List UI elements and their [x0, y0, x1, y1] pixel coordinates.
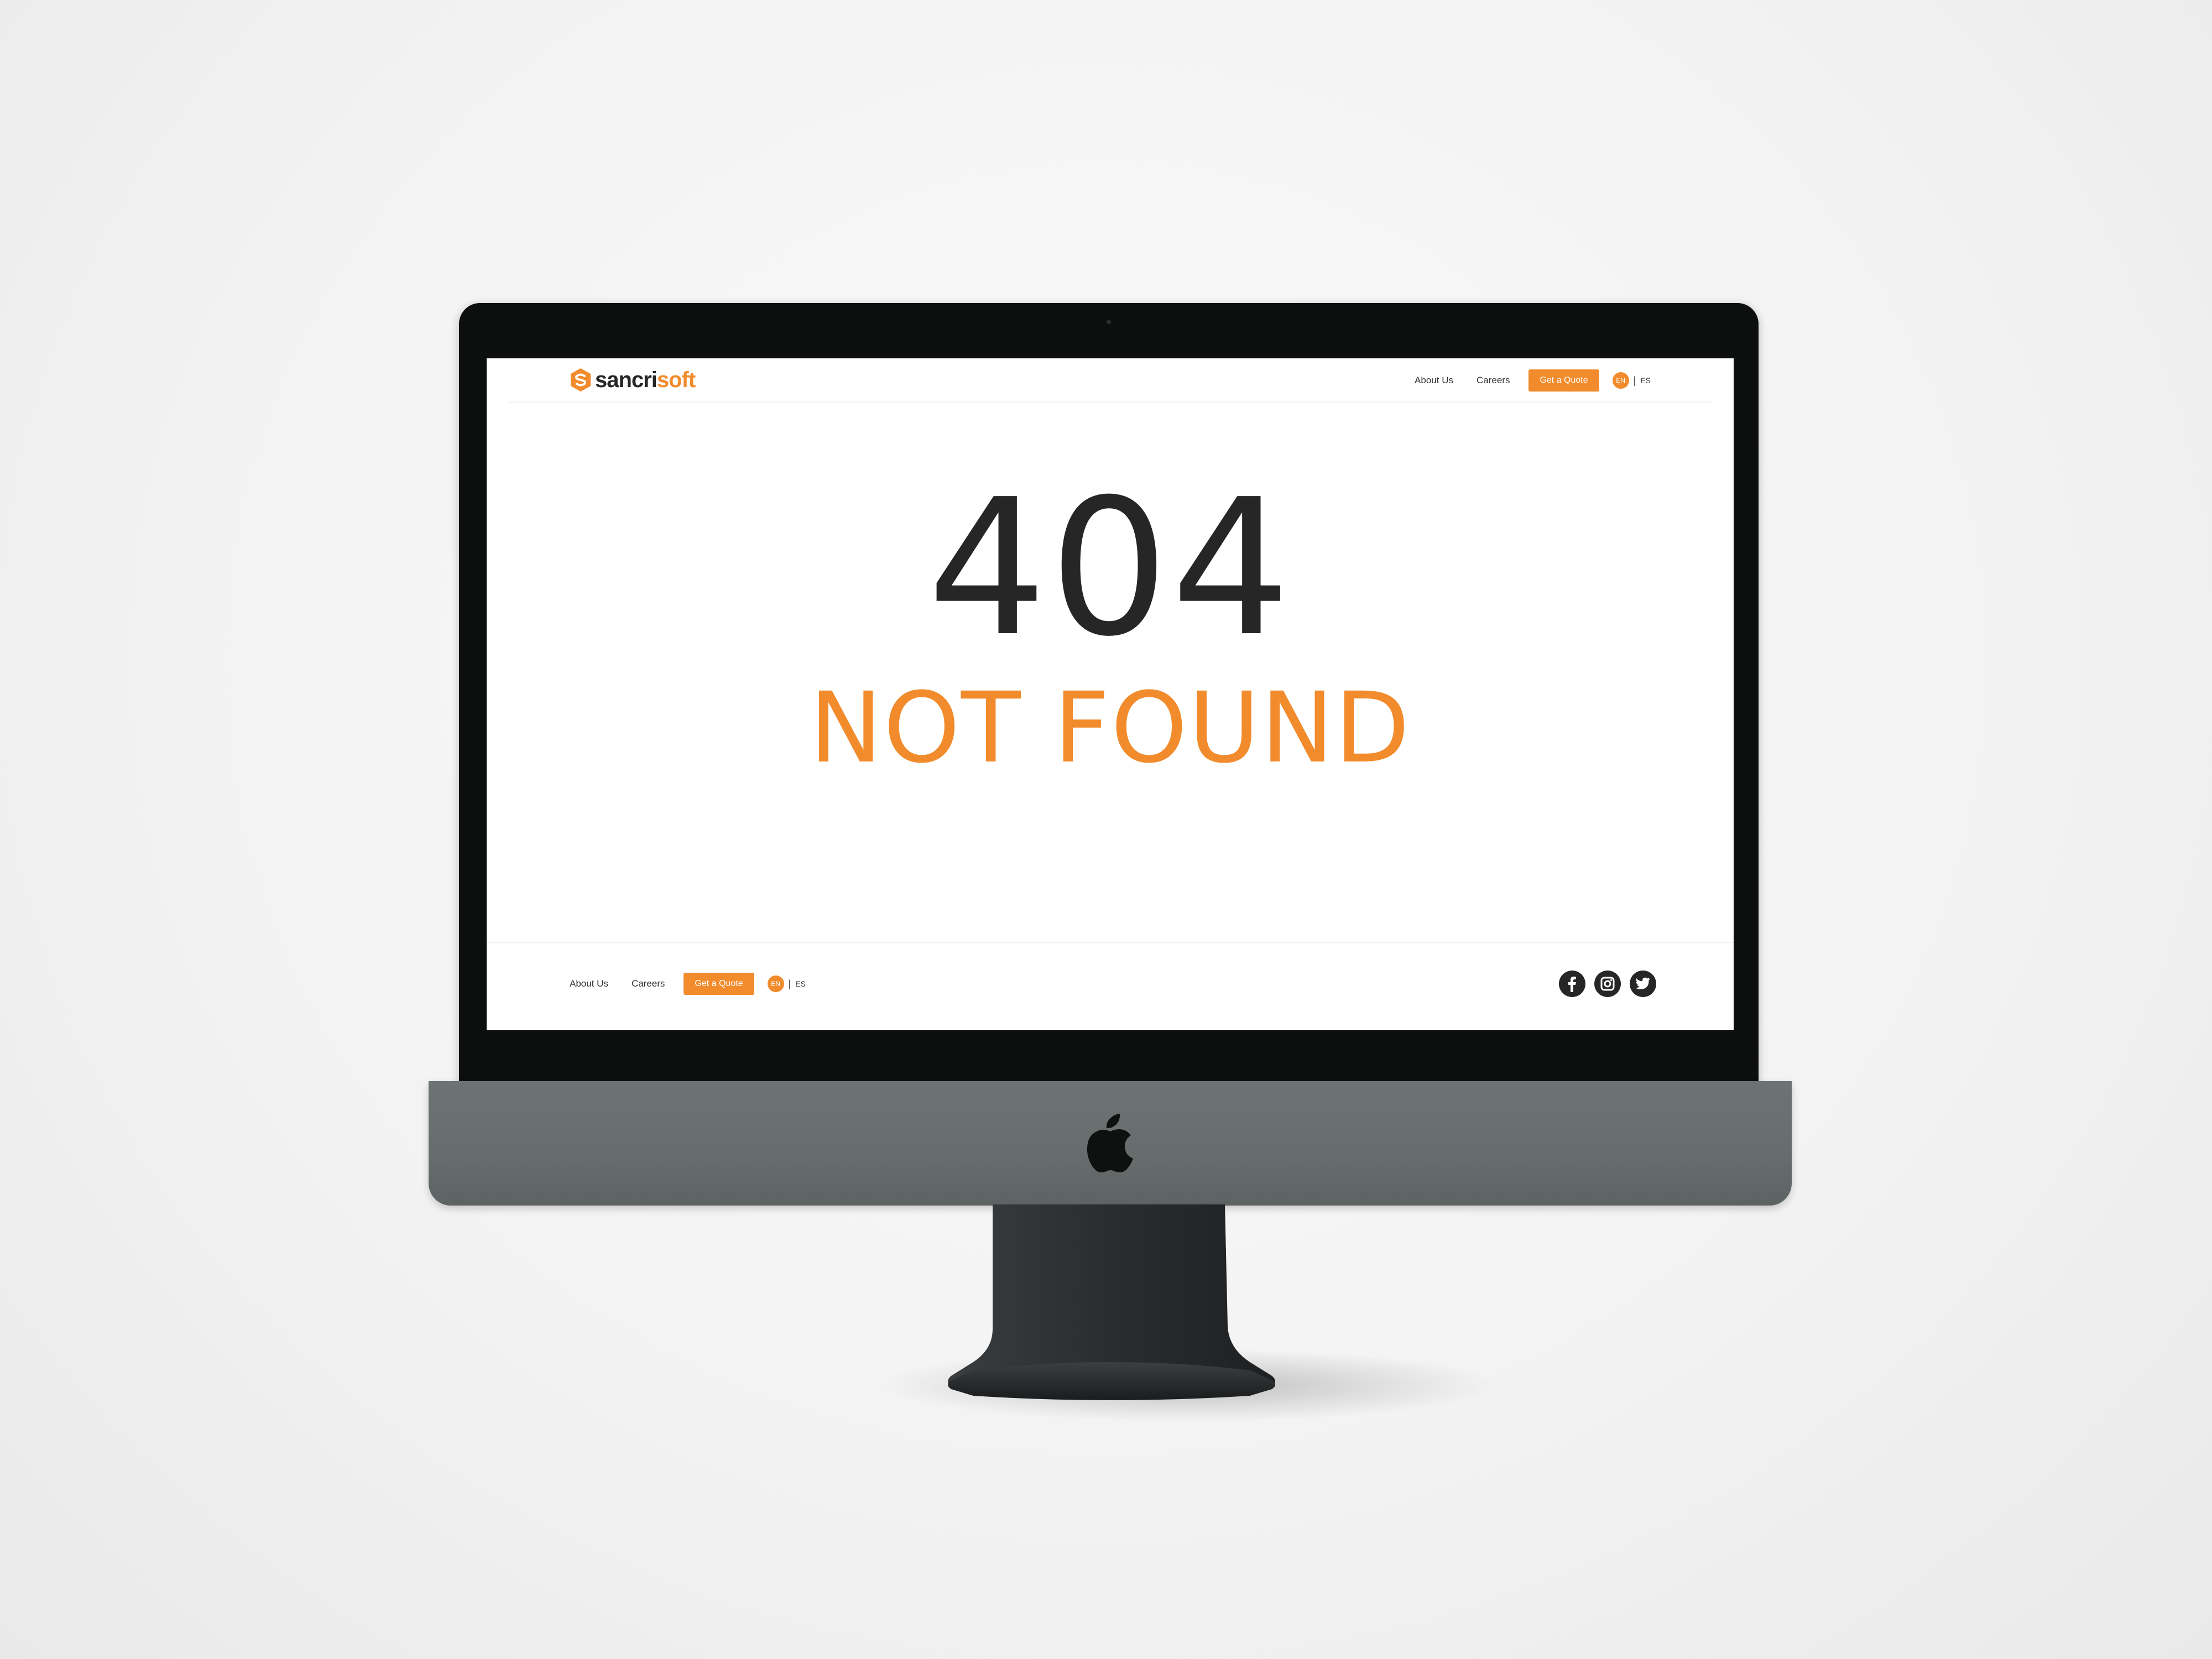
brand-name-dark: sancri [595, 367, 658, 392]
brand-name: sancrisoft [595, 367, 696, 393]
header-nav: About Us Careers Get a Quote EN | ES [1391, 368, 1651, 393]
footer-careers-link[interactable]: Careers [632, 978, 665, 989]
lang-en-button[interactable]: EN [1612, 372, 1629, 389]
footer-nav: About Us Careers Get a Quote EN | ES [570, 972, 806, 996]
lang-es-button[interactable]: ES [1640, 376, 1651, 385]
social-links [1550, 971, 1656, 997]
twitter-icon[interactable] [1630, 971, 1656, 997]
nav-about-link[interactable]: About Us [1415, 375, 1453, 386]
browser-viewport: sancrisoft About Us Careers Get a Quote … [487, 358, 1734, 1030]
facebook-icon[interactable] [1559, 971, 1585, 997]
error-hero: 404 NOT FOUND [487, 474, 1734, 781]
footer-about-link[interactable]: About Us [570, 978, 608, 989]
error-code: 404 [927, 459, 1293, 678]
footer-lang-en-button[interactable]: EN [767, 975, 784, 992]
footer-language-switcher: EN | ES [767, 975, 806, 992]
language-switcher: EN | ES [1612, 372, 1651, 389]
site-footer: About Us Careers Get a Quote EN | ES [487, 942, 1734, 1030]
get-quote-button[interactable]: Get a Quote [1528, 369, 1599, 392]
brand-name-accent: soft [656, 367, 696, 392]
camera [1107, 320, 1111, 324]
brand-logo[interactable]: sancrisoft [570, 366, 696, 394]
footer-get-quote-button[interactable]: Get a Quote [684, 973, 754, 995]
apple-logo-icon [1087, 1114, 1133, 1172]
logo-mark-icon [571, 368, 591, 392]
footer-lang-es-button[interactable]: ES [795, 979, 806, 988]
instagram-icon[interactable] [1594, 971, 1621, 997]
monitor-chin [429, 1081, 1792, 1206]
site-header: sancrisoft About Us Careers Get a Quote … [509, 358, 1712, 403]
footer-lang-separator: | [788, 978, 791, 989]
error-message: NOT FOUND [809, 671, 1411, 785]
nav-careers-link[interactable]: Careers [1477, 375, 1510, 386]
lang-separator: | [1633, 374, 1636, 386]
monitor-stand [948, 1204, 1275, 1400]
